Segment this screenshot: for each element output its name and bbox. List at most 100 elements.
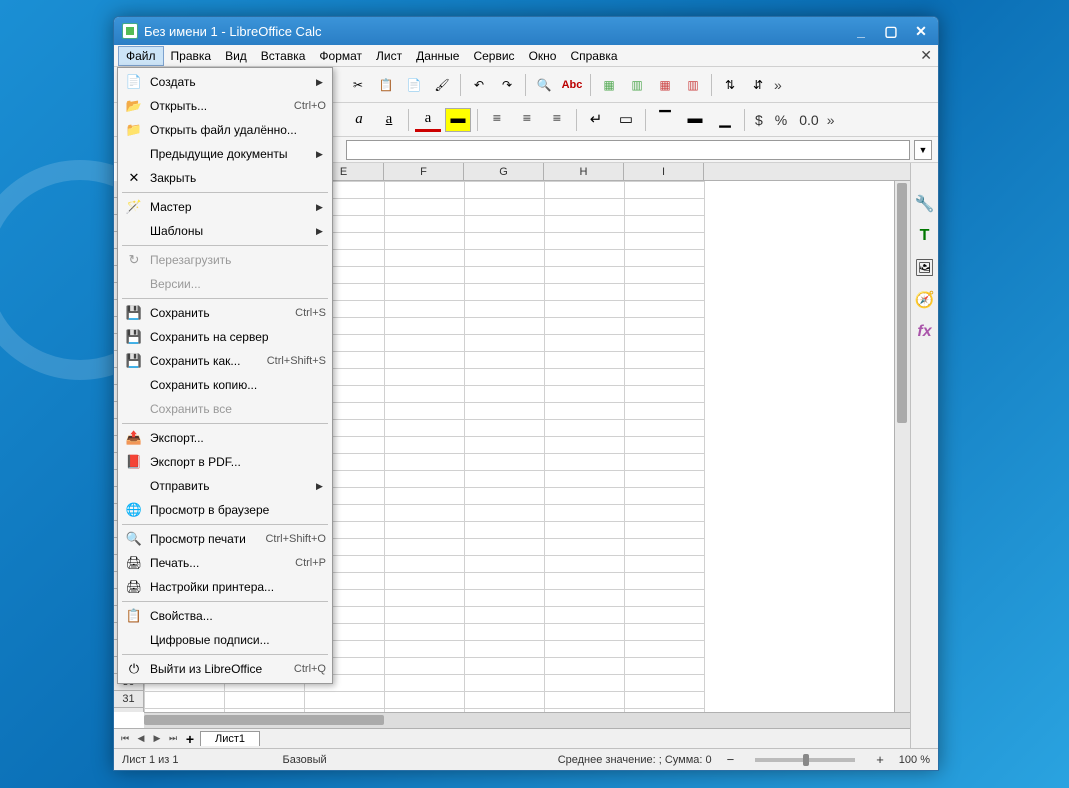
separator — [408, 109, 409, 131]
menu-tools[interactable]: Сервис — [466, 47, 521, 65]
currency-icon[interactable]: $ — [751, 112, 767, 128]
menu-item-icon: 🌐 — [124, 502, 144, 518]
sheet-tab-1[interactable]: Лист1 — [200, 731, 260, 746]
highlight-icon[interactable]: ▬ — [445, 108, 471, 132]
zoom-out-button[interactable]: − — [724, 752, 738, 767]
font-color-icon[interactable]: a — [415, 108, 441, 132]
menu-edit[interactable]: Правка — [164, 47, 219, 65]
menu-item-открыть-файл-удалённо-[interactable]: 📁Открыть файл удалённо... — [118, 118, 332, 142]
first-sheet-icon[interactable]: ⏮ — [118, 732, 132, 746]
menu-item-сохранить-как-[interactable]: 💾Сохранить как...Ctrl+Shift+S — [118, 349, 332, 373]
prev-sheet-icon[interactable]: ◀ — [134, 732, 148, 746]
menu-item-открыть-[interactable]: 📂Открыть...Ctrl+O — [118, 94, 332, 118]
menu-item-мастер[interactable]: 🪄Мастер▶ — [118, 195, 332, 219]
vertical-scrollbar[interactable] — [894, 181, 910, 712]
spellcheck-icon[interactable]: Abc — [560, 73, 584, 97]
titlebar[interactable]: Без имени 1 - LibreOffice Calc _ ▢ ✕ — [114, 17, 938, 45]
submenu-arrow-icon: ▶ — [316, 481, 326, 492]
menu-view[interactable]: Вид — [218, 47, 254, 65]
menu-item-выйти-из-libreoffice[interactable]: ⏻Выйти из LibreOfficeCtrl+Q — [118, 657, 332, 681]
zoom-value: 100 % — [899, 754, 930, 766]
number-format-icon[interactable]: 0.0 — [795, 112, 822, 128]
wrap-text-icon[interactable]: ↵ — [583, 108, 609, 132]
sort-desc-icon[interactable]: ⇵ — [746, 73, 770, 97]
format-paintbrush-icon[interactable]: 🖌 — [430, 73, 454, 97]
menu-item-цифровые-подписи-[interactable]: Цифровые подписи... — [118, 628, 332, 652]
undo-icon[interactable]: ↶ — [467, 73, 491, 97]
menu-item-свойства-[interactable]: 📋Свойства... — [118, 604, 332, 628]
align-right-icon[interactable]: ≡ — [544, 108, 570, 132]
toolbar-overflow-icon[interactable]: » — [774, 77, 786, 93]
copy-icon[interactable]: 📋 — [374, 73, 398, 97]
next-sheet-icon[interactable]: ▶ — [150, 732, 164, 746]
menu-item-экспорт-[interactable]: 📤Экспорт... — [118, 426, 332, 450]
menu-item-отправить[interactable]: Отправить▶ — [118, 474, 332, 498]
italic-icon[interactable]: a — [346, 108, 372, 132]
close-button[interactable]: ✕ — [912, 22, 930, 40]
navigator-panel-icon[interactable]: 🧭 — [914, 289, 936, 311]
menu-insert[interactable]: Вставка — [254, 47, 313, 65]
align-left-icon[interactable]: ≡ — [484, 108, 510, 132]
merge-cells-icon[interactable]: ▭ — [613, 108, 639, 132]
find-icon[interactable]: 🔍 — [532, 73, 556, 97]
vscroll-thumb[interactable] — [897, 183, 907, 423]
col-header-F[interactable]: F — [384, 163, 464, 180]
gallery-panel-icon[interactable]: 🖼 — [914, 257, 936, 279]
menu-window[interactable]: Окно — [522, 47, 564, 65]
toolbar2-overflow-icon[interactable]: » — [827, 112, 839, 128]
menu-item-печать-[interactable]: 🖨Печать...Ctrl+P — [118, 551, 332, 575]
maximize-button[interactable]: ▢ — [882, 22, 900, 40]
sort-asc-icon[interactable]: ⇅ — [718, 73, 742, 97]
add-sheet-button[interactable]: + — [182, 731, 198, 747]
valign-top-icon[interactable]: ▔ — [652, 108, 678, 132]
menu-format[interactable]: Формат — [312, 47, 369, 65]
formula-dropdown-icon[interactable]: ▼ — [914, 140, 932, 160]
close-document-icon[interactable]: ✕ — [920, 47, 932, 64]
menu-data[interactable]: Данные — [409, 47, 466, 65]
menu-item-просмотр-печати[interactable]: 🔍Просмотр печатиCtrl+Shift+O — [118, 527, 332, 551]
insert-col-icon[interactable]: ▥ — [625, 73, 649, 97]
insert-row-icon[interactable]: ▦ — [597, 73, 621, 97]
menu-item-сохранить-все: Сохранить все — [118, 397, 332, 421]
redo-icon[interactable]: ↷ — [495, 73, 519, 97]
menu-item-сохранить-копию-[interactable]: Сохранить копию... — [118, 373, 332, 397]
minimize-button[interactable]: _ — [852, 22, 870, 40]
menu-item-сохранить-на-сервер[interactable]: 💾Сохранить на сервер — [118, 325, 332, 349]
underline-icon[interactable]: a — [376, 108, 402, 132]
menu-item-сохранить[interactable]: 💾СохранитьCtrl+S — [118, 301, 332, 325]
menu-item-создать[interactable]: 📄Создать▶ — [118, 70, 332, 94]
delete-row-icon[interactable]: ▦ — [653, 73, 677, 97]
properties-panel-icon[interactable]: 🔧 — [914, 193, 936, 215]
zoom-in-button[interactable]: + — [873, 752, 887, 767]
menu-item-экспорт-в-pdf-[interactable]: 📕Экспорт в PDF... — [118, 450, 332, 474]
col-header-G[interactable]: G — [464, 163, 544, 180]
percent-icon[interactable]: % — [771, 112, 791, 128]
menu-item-icon: 💾 — [124, 353, 144, 369]
last-sheet-icon[interactable]: ⏭ — [166, 732, 180, 746]
menu-item-icon: 📁 — [124, 122, 144, 138]
align-center-icon[interactable]: ≡ — [514, 108, 540, 132]
menu-item-просмотр-в-браузере[interactable]: 🌐Просмотр в браузере — [118, 498, 332, 522]
functions-panel-icon[interactable]: fx — [914, 321, 936, 343]
delete-col-icon[interactable]: ▥ — [681, 73, 705, 97]
cut-icon[interactable]: ✂ — [346, 73, 370, 97]
menu-sheet[interactable]: Лист — [369, 47, 409, 65]
menu-item-предыдущие-документы[interactable]: Предыдущие документы▶ — [118, 142, 332, 166]
paste-icon[interactable]: 📄 — [402, 73, 426, 97]
styles-panel-icon[interactable]: T — [914, 225, 936, 247]
menu-item-label: Выйти из LibreOffice — [150, 662, 294, 676]
menu-item-закрыть[interactable]: ✕Закрыть — [118, 166, 332, 190]
col-header-H[interactable]: H — [544, 163, 624, 180]
valign-mid-icon[interactable]: ▬ — [682, 108, 708, 132]
valign-bot-icon[interactable]: ▁ — [712, 108, 738, 132]
row-header-31[interactable]: 31 — [114, 691, 143, 708]
zoom-slider[interactable] — [755, 758, 855, 762]
menu-item-настройки-принтера-[interactable]: 🖨Настройки принтера... — [118, 575, 332, 599]
horizontal-scrollbar[interactable] — [144, 712, 910, 728]
menu-help[interactable]: Справка — [563, 47, 624, 65]
hscroll-thumb[interactable] — [144, 715, 384, 725]
col-header-I[interactable]: I — [624, 163, 704, 180]
menu-file[interactable]: Файл — [118, 46, 164, 66]
formula-input[interactable] — [346, 140, 910, 160]
menu-item-шаблоны[interactable]: Шаблоны▶ — [118, 219, 332, 243]
